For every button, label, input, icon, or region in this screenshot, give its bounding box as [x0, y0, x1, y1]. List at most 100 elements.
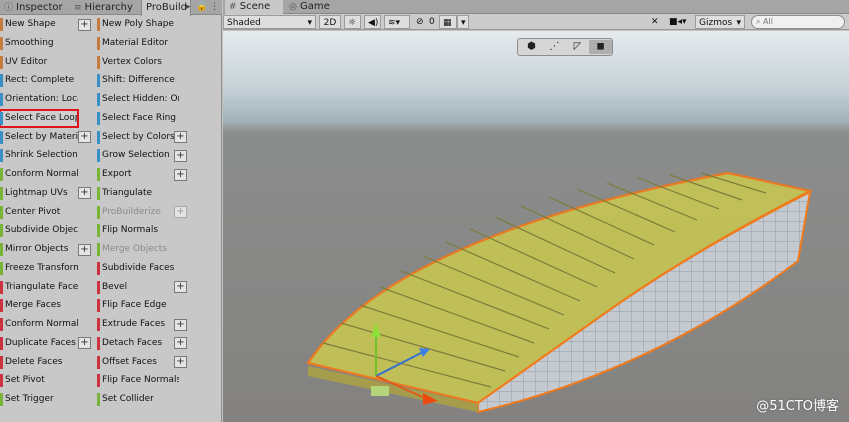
probuilder-button[interactable]: Select by Material — [0, 129, 78, 146]
lock-icon[interactable]: 🔒 — [196, 0, 207, 15]
shading-dropdown[interactable]: Shaded ▾ — [223, 15, 316, 29]
probuilder-button[interactable]: Bevel — [97, 279, 179, 296]
search-icon: ⌕ — [756, 17, 761, 26]
probuilder-button[interactable]: Shift: Difference — [97, 72, 179, 89]
options-plus-button[interactable]: + — [174, 356, 187, 368]
tab-inspector[interactable]: ⓘ Inspector — [0, 0, 68, 15]
gizmos-dropdown[interactable]: Gizmos ▾ — [695, 15, 745, 29]
probuilder-button[interactable]: Select Hidden: On — [97, 91, 179, 108]
probuilder-button[interactable]: Select Face Loop — [0, 108, 79, 128]
tab-scroll-icon[interactable]: ▸ — [186, 0, 191, 15]
probuilder-button[interactable]: Orientation: Local — [0, 91, 78, 108]
effects-dropdown-icon[interactable]: ≋▾ — [384, 15, 410, 29]
category-color-bar — [0, 205, 3, 219]
lighting-toggle-icon[interactable]: ☼ — [344, 15, 361, 29]
button-label: Triangulate Faces — [5, 281, 78, 292]
probuilder-button[interactable]: Conform Normals — [0, 316, 78, 333]
probuilder-button[interactable]: Mirror Objects — [0, 241, 78, 258]
category-color-bar — [0, 93, 3, 106]
options-plus-button[interactable]: + — [174, 149, 187, 162]
grid-dropdown-icon[interactable]: ▾ — [457, 15, 469, 29]
options-plus-button[interactable]: + — [78, 187, 91, 200]
category-color-bar — [0, 74, 3, 88]
probuilder-button[interactable]: Conform Normals — [0, 166, 78, 183]
probuilder-button[interactable]: Vertex Colors — [97, 54, 179, 71]
grid-toggle-icon[interactable]: ▦ — [439, 15, 457, 29]
probuilder-button[interactable]: New Shape — [0, 16, 78, 33]
probuilder-button[interactable]: Subdivide Object — [0, 222, 78, 239]
tab-hierarchy[interactable]: ≡ Hierarchy — [70, 0, 140, 15]
options-plus-button[interactable]: + — [174, 281, 187, 293]
tab-probuilder[interactable]: ProBuild — [141, 0, 191, 16]
probuilder-button[interactable]: Set Trigger — [0, 391, 78, 408]
options-plus-button[interactable]: + — [174, 206, 187, 218]
options-plus-button[interactable]: + — [174, 337, 187, 350]
probuilder-button[interactable]: Smoothing — [0, 35, 78, 52]
probuilder-button[interactable]: Merge Faces — [0, 297, 78, 314]
gamepad-icon: ◎ — [289, 2, 297, 12]
probuilder-button[interactable]: Subdivide Faces — [97, 260, 179, 277]
button-label: Merge Objects — [102, 244, 167, 254]
scene-toolbar: Shaded ▾ 2D ☼ ◀) ≋▾ ⊘ 0 ▦ ▾ ✕ ■◂▾ Gizmos ▾… — [223, 14, 849, 30]
probuilder-button[interactable]: Triangulate — [97, 185, 179, 202]
probuilder-button[interactable]: Delete Faces — [0, 354, 78, 371]
probuilder-button[interactable]: Detach Faces — [97, 335, 179, 352]
options-plus-button[interactable]: + — [174, 168, 187, 181]
button-label: Shrink Selection — [5, 150, 78, 161]
tools-icon[interactable]: ✕ — [648, 15, 662, 29]
probuilder-button[interactable]: Grow Selection — [97, 147, 179, 164]
scene-viewport[interactable]: ⬢ ⋰ ◸ ◼ @51CTO博客 — [223, 31, 849, 422]
hidden-objects-icon[interactable]: ⊘ — [413, 15, 427, 29]
probuilder-button[interactable]: Shrink Selection — [0, 147, 78, 164]
category-color-bar — [97, 243, 100, 256]
probuilder-button[interactable]: Duplicate Faces — [0, 335, 78, 352]
probuilder-button[interactable]: Material Editor — [97, 35, 179, 52]
options-plus-button[interactable]: + — [174, 131, 187, 143]
probuilder-button[interactable]: Center Pivot — [0, 204, 78, 221]
probuilder-button[interactable]: Flip Normals — [97, 222, 179, 239]
probuilder-button[interactable]: Triangulate Faces — [0, 279, 78, 296]
button-label: Duplicate Faces — [5, 337, 76, 348]
probuilder-button[interactable]: Lightmap UVs — [0, 185, 78, 202]
button-label: Bevel — [102, 281, 128, 292]
audio-toggle-icon[interactable]: ◀) — [364, 15, 381, 29]
list-icon: ≡ — [74, 3, 82, 13]
tab-scene[interactable]: # Scene — [225, 0, 283, 14]
category-color-bar — [97, 93, 100, 106]
tab-game[interactable]: ◎ Game — [285, 0, 335, 14]
probuilder-button[interactable]: Flip Face Normals — [97, 372, 179, 389]
probuilder-button[interactable]: UV Editor — [0, 54, 78, 71]
button-label: Material Editor — [102, 37, 169, 48]
probuilder-button[interactable]: Merge Objects — [97, 241, 179, 258]
options-plus-button[interactable]: + — [78, 18, 91, 31]
button-label: Orientation: Local — [5, 94, 78, 104]
camera-icon[interactable]: ■◂▾ — [666, 15, 690, 29]
probuilder-button[interactable]: Set Pivot — [0, 372, 78, 389]
2d-toggle[interactable]: 2D — [319, 15, 341, 29]
button-label: Delete Faces — [5, 356, 63, 367]
scene-search-input[interactable]: ⌕ All — [751, 15, 845, 29]
options-plus-button[interactable]: + — [78, 243, 91, 256]
scene-tab-bar: # Scene ◎ Game — [223, 0, 849, 14]
probuilder-button[interactable]: ProBuilderize — [97, 204, 179, 221]
probuilder-button[interactable]: Set Collider — [97, 391, 179, 408]
probuilder-button[interactable]: Offset Faces — [97, 354, 179, 371]
options-plus-button[interactable]: + — [78, 337, 91, 350]
category-color-bar — [97, 318, 100, 331]
probuilder-button[interactable]: Flip Face Edge — [97, 297, 179, 314]
options-plus-button[interactable]: + — [174, 318, 187, 331]
button-label: Triangulate — [102, 187, 153, 198]
menu-icon[interactable]: ⋮ — [210, 0, 219, 15]
probuilder-button[interactable]: Extrude Faces — [97, 316, 179, 333]
button-label: UV Editor — [5, 56, 48, 67]
probuilder-button[interactable]: Select by Colors — [97, 129, 179, 146]
options-plus-button[interactable]: + — [78, 131, 91, 143]
probuilder-button[interactable]: Freeze Transform — [0, 260, 78, 277]
probuilder-button[interactable]: New Poly Shape — [97, 16, 179, 33]
button-label: Smoothing — [5, 37, 54, 48]
button-label: Select by Material — [5, 131, 78, 142]
probuilder-button[interactable]: Export — [97, 166, 179, 183]
probuilder-button[interactable]: Select Face Ring — [97, 110, 179, 127]
probuilder-button[interactable]: Rect: Complete — [0, 72, 78, 89]
button-label: Flip Face Edge — [102, 300, 167, 311]
